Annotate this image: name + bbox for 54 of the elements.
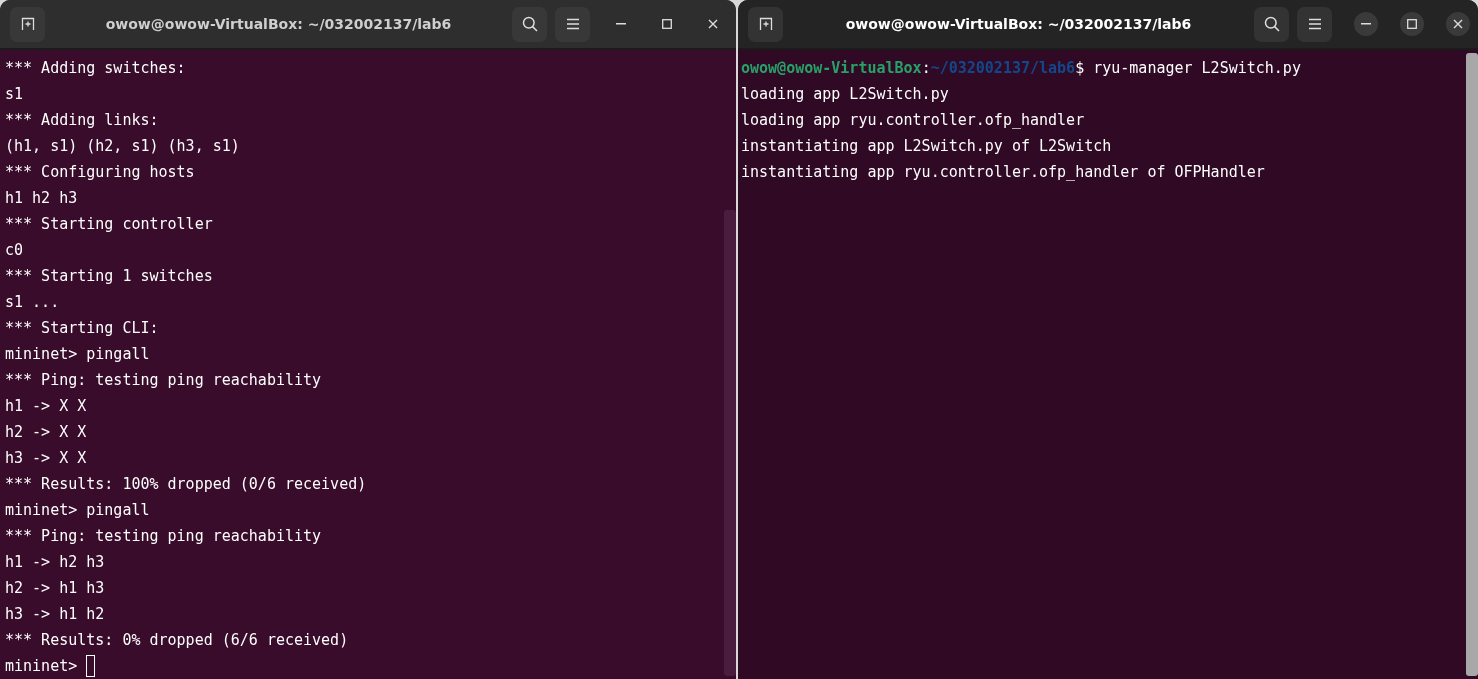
scrollbar[interactable] bbox=[1466, 53, 1478, 676]
terminal-line: *** Adding switches: bbox=[5, 58, 186, 79]
menu-icon bbox=[1307, 18, 1322, 30]
close-button[interactable] bbox=[1446, 12, 1470, 36]
maximize-icon bbox=[1407, 19, 1417, 29]
terminal-line: loading app ryu.controller.ofp_handler bbox=[741, 110, 1085, 131]
menu-button[interactable] bbox=[555, 6, 590, 42]
search-icon bbox=[1263, 16, 1280, 32]
maximize-button[interactable] bbox=[1400, 12, 1424, 36]
terminal-line: h1 h2 h3 bbox=[5, 188, 78, 209]
terminal-line: mininet> pingall bbox=[5, 500, 150, 521]
terminal-line: *** Ping: testing ping reachability bbox=[5, 526, 322, 547]
minimize-button[interactable] bbox=[1354, 12, 1378, 36]
menu-button[interactable] bbox=[1297, 6, 1332, 42]
terminal-line: c0 bbox=[5, 240, 24, 261]
terminal-line: loading app L2Switch.py bbox=[741, 84, 949, 105]
terminal-line: s1 ... bbox=[5, 292, 60, 313]
search-button[interactable] bbox=[1254, 6, 1289, 42]
terminal-line: *** Results: 100% dropped (0/6 received) bbox=[5, 474, 367, 495]
terminal-line: *** Configuring hosts bbox=[5, 162, 195, 183]
terminal-line: s1 bbox=[5, 84, 24, 105]
new-tab-icon bbox=[758, 17, 773, 31]
scrollbar[interactable] bbox=[724, 210, 736, 676]
terminal-line: mininet> pingall bbox=[5, 344, 150, 365]
terminal-line: mininet> bbox=[5, 656, 79, 677]
terminal-line: *** Starting controller bbox=[5, 214, 213, 235]
minimize-icon bbox=[616, 23, 626, 25]
terminal-line: *** Starting 1 switches bbox=[5, 266, 213, 287]
menu-icon bbox=[565, 18, 580, 30]
terminal-line: instantiating app ryu.controller.ofp_handler of OFPHandler bbox=[741, 162, 1265, 183]
terminal-line: h1 -> X X bbox=[5, 396, 87, 417]
terminal-line: h3 -> X X bbox=[5, 448, 87, 469]
terminal-line: h2 -> X X bbox=[5, 422, 87, 443]
window-title: owow@owow-VirtualBox: ~/032002137/lab6 bbox=[844, 16, 1193, 32]
terminal-line: instantiating app L2Switch.py of L2Switch bbox=[741, 136, 1112, 157]
close-icon bbox=[708, 19, 718, 29]
window-title: owow@owow-VirtualBox: ~/032002137/lab6 bbox=[104, 16, 453, 32]
terminal-line: *** Ping: testing ping reachability bbox=[5, 370, 322, 391]
terminal-line: (h1, s1) (h2, s1) (h3, s1) bbox=[5, 136, 240, 157]
search-icon bbox=[521, 16, 538, 32]
new-tab-button[interactable] bbox=[10, 6, 45, 42]
terminal-line: h2 -> h1 h3 bbox=[5, 578, 105, 599]
terminal-line: h1 -> h2 h3 bbox=[5, 552, 105, 573]
new-tab-button[interactable] bbox=[748, 6, 783, 42]
terminal-line: h3 -> h1 h2 bbox=[5, 604, 105, 625]
search-button[interactable] bbox=[512, 6, 547, 42]
terminal-line: *** Adding links: bbox=[5, 110, 159, 131]
maximize-icon bbox=[662, 19, 672, 29]
minimize-icon bbox=[1361, 23, 1371, 25]
terminal-line: owow@owow-VirtualBox:~/032002137/lab6$ ryu-manager L2Switch.py bbox=[741, 58, 1301, 79]
terminal-line: *** Results: 0% dropped (6/6 received) bbox=[5, 630, 349, 651]
close-icon bbox=[1453, 19, 1463, 29]
terminal-line: *** Starting CLI: bbox=[5, 318, 159, 339]
new-tab-icon bbox=[20, 17, 35, 31]
